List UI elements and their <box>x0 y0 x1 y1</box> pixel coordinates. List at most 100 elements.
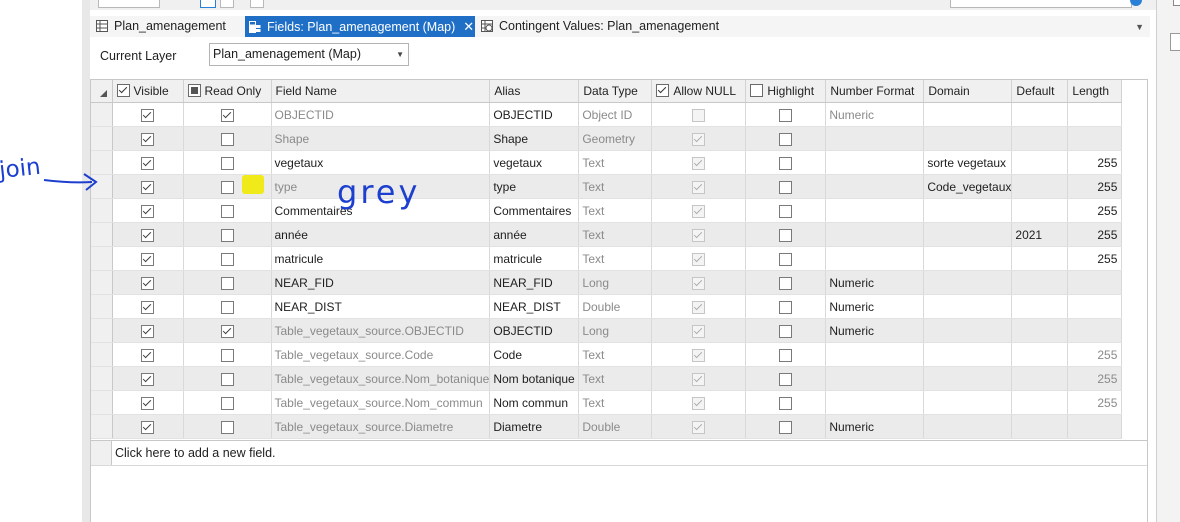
select-all-corner[interactable] <box>91 80 113 103</box>
visible-cell[interactable] <box>112 414 184 439</box>
data-type-cell[interactable]: Text <box>578 198 653 223</box>
read-only-cell[interactable] <box>183 126 272 151</box>
domain-cell[interactable] <box>923 222 1013 247</box>
field-name-cell[interactable]: type <box>271 174 491 199</box>
alias-cell[interactable]: année <box>489 222 580 247</box>
default-cell[interactable] <box>1011 414 1069 439</box>
highlight-checkbox[interactable] <box>779 300 793 314</box>
read-only-cell[interactable] <box>183 390 272 415</box>
number-format-cell[interactable]: Numeric <box>825 294 925 319</box>
data-type-cell[interactable]: Text <box>578 366 653 391</box>
visible-cell[interactable] <box>112 102 184 127</box>
highlight-checkbox[interactable] <box>779 132 793 146</box>
visible-checkbox[interactable] <box>141 276 154 290</box>
alias-cell[interactable]: Diametre <box>489 414 580 439</box>
row-selector[interactable] <box>91 390 113 415</box>
highlight-cell[interactable] <box>745 222 827 247</box>
row-selector[interactable] <box>91 126 113 151</box>
highlight-cell[interactable] <box>745 390 827 415</box>
domain-cell[interactable] <box>923 126 1013 151</box>
default-cell[interactable] <box>1011 150 1069 175</box>
alias-cell[interactable]: type <box>489 174 580 199</box>
alias-cell[interactable]: OBJECTID <box>489 102 580 127</box>
allow-null-cell[interactable] <box>651 150 747 175</box>
field-name-cell[interactable]: NEAR_DIST <box>271 294 491 319</box>
column-highlight[interactable]: Highlight <box>745 80 827 103</box>
table-row[interactable]: Table_vegetaux_source.OBJECTID OBJECTID Lo… <box>91 318 1123 343</box>
allow-null-cell[interactable] <box>651 366 747 391</box>
number-format-cell[interactable] <box>825 198 925 223</box>
table-row[interactable]: Table_vegetaux_source.Nom_botanique Nom b… <box>91 366 1123 391</box>
default-cell[interactable] <box>1011 294 1069 319</box>
table-row[interactable]: Table_vegetaux_source.Nom_commun Nom comm… <box>91 390 1123 415</box>
field-name-cell[interactable]: Table_vegetaux_source.Diametre <box>271 414 491 439</box>
data-type-cell[interactable]: Geometry <box>578 126 653 151</box>
number-format-cell[interactable]: Numeric <box>825 414 925 439</box>
default-cell[interactable] <box>1011 198 1069 223</box>
column-number-format[interactable]: Number Format <box>825 80 925 103</box>
visible-checkbox[interactable] <box>141 396 154 410</box>
allow-null-cell[interactable] <box>651 126 747 151</box>
field-name-cell[interactable]: Commentaires <box>271 198 491 223</box>
alias-cell[interactable]: Commentaires <box>489 198 580 223</box>
visible-checkbox[interactable] <box>141 300 154 314</box>
length-cell[interactable]: 255 <box>1067 198 1123 223</box>
tab-contingent-values[interactable]: Contingent Values: Plan_amenagement <box>477 16 727 37</box>
read-only-cell[interactable] <box>183 294 272 319</box>
data-type-cell[interactable]: Long <box>578 270 653 295</box>
read-only-checkbox[interactable] <box>220 396 234 410</box>
allow-null-checkbox[interactable] <box>692 324 706 338</box>
visible-checkbox[interactable] <box>141 252 154 266</box>
alias-cell[interactable]: NEAR_FID <box>489 270 580 295</box>
allow-null-cell[interactable] <box>651 342 747 367</box>
highlight-cell[interactable] <box>745 102 827 127</box>
read-only-cell[interactable] <box>183 246 272 271</box>
row-selector[interactable] <box>91 342 113 367</box>
field-name-cell[interactable]: Table_vegetaux_source.Nom_commun <box>271 390 491 415</box>
read-only-checkbox[interactable] <box>220 204 234 218</box>
column-allow-null[interactable]: Allow NULL <box>651 80 747 103</box>
table-row[interactable]: Table_vegetaux_source.Diametre Diametre Do… <box>91 414 1123 439</box>
read-only-checkbox[interactable] <box>220 300 234 314</box>
number-format-cell[interactable] <box>825 126 925 151</box>
allow-null-cell[interactable] <box>651 174 747 199</box>
visible-checkbox[interactable] <box>141 156 154 170</box>
read-only-cell[interactable] <box>183 318 272 343</box>
domain-cell[interactable] <box>923 414 1013 439</box>
highlight-checkbox[interactable] <box>779 324 793 338</box>
read-only-cell[interactable] <box>183 198 272 223</box>
default-cell[interactable] <box>1011 318 1069 343</box>
column-field-name[interactable]: Field Name <box>271 80 491 103</box>
visible-checkbox[interactable] <box>141 324 154 338</box>
allow-null-checkbox[interactable] <box>692 348 706 362</box>
visible-checkbox[interactable] <box>141 372 154 386</box>
visible-checkbox[interactable] <box>141 180 154 194</box>
alias-cell[interactable]: matricule <box>489 246 580 271</box>
data-type-cell[interactable]: Text <box>578 390 653 415</box>
column-data-type[interactable]: Data Type <box>578 80 653 103</box>
row-selector[interactable] <box>91 102 113 127</box>
allow-null-checkbox[interactable] <box>692 372 706 386</box>
tab-attribute-table[interactable]: Plan_amenagement <box>92 16 242 37</box>
row-selector[interactable] <box>91 222 113 247</box>
length-cell[interactable] <box>1067 270 1123 295</box>
read-only-checkbox[interactable] <box>220 228 234 242</box>
data-type-cell[interactable]: Text <box>578 222 653 247</box>
highlight-cell[interactable] <box>745 198 827 223</box>
table-row[interactable]: année année Text 2021 255 <box>91 222 1123 247</box>
number-format-cell[interactable]: Numeric <box>825 318 925 343</box>
row-selector[interactable] <box>91 366 113 391</box>
read-only-checkbox[interactable] <box>220 132 234 146</box>
domain-cell[interactable] <box>923 342 1013 367</box>
allow-null-cell[interactable] <box>651 222 747 247</box>
number-format-cell[interactable] <box>825 390 925 415</box>
alias-cell[interactable]: Nom botanique <box>489 366 580 391</box>
visible-checkbox[interactable] <box>141 348 154 362</box>
visible-cell[interactable] <box>112 342 184 367</box>
read-only-cell[interactable] <box>183 150 272 175</box>
field-name-cell[interactable]: année <box>271 222 491 247</box>
number-format-cell[interactable] <box>825 174 925 199</box>
highlight-cell[interactable] <box>745 294 827 319</box>
data-type-cell[interactable]: Text <box>578 342 653 367</box>
domain-cell[interactable] <box>923 366 1013 391</box>
